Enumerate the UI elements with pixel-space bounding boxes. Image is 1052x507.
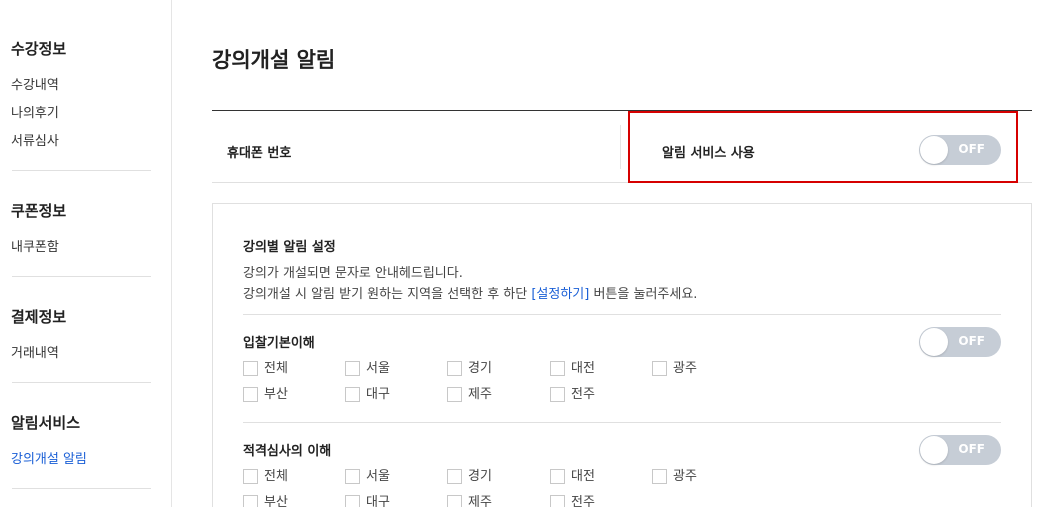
region-label: 전체 [264, 361, 288, 376]
section-divider [243, 422, 1001, 423]
toggle-knob [920, 436, 948, 464]
region-label: 대구 [366, 387, 390, 402]
sidebar-item-course-open-alert[interactable]: 강의개설 알림 [11, 448, 87, 467]
section-title-qualification-review: 적격심사의 이해 [243, 444, 332, 459]
sidebar-group-title-notification: 알림서비스 [11, 414, 81, 432]
settings-description-line1: 강의가 개설되면 문자로 안내헤드립니다. [243, 266, 463, 281]
sidebar-item-document-review[interactable]: 서류심사 [11, 130, 59, 149]
toggle-state-text: OFF [958, 334, 985, 348]
sidebar-item-my-reviews[interactable]: 나의후기 [11, 102, 59, 121]
region-label: 전주 [571, 387, 595, 402]
desc-prefix: 강의개설 시 알림 받기 원하는 지역을 선택한 후 하단 [243, 287, 532, 302]
checkbox-box[interactable] [447, 495, 462, 507]
region-label: 대전 [571, 469, 595, 484]
phone-number-label: 휴대폰 번호 [227, 146, 292, 161]
sidebar-divider [12, 170, 151, 171]
info-divider [620, 125, 621, 169]
sidebar-group-title-payment: 결제정보 [11, 308, 67, 326]
region-label: 대구 [366, 495, 390, 507]
sidebar-divider [12, 488, 151, 489]
region-label: 전주 [571, 495, 595, 507]
page-title: 강의개설 알림 [212, 48, 336, 72]
toggle-state-text: OFF [958, 442, 985, 456]
checkbox-box[interactable] [447, 387, 462, 402]
checkbox-box[interactable] [345, 361, 360, 376]
region-label: 전체 [264, 469, 288, 484]
region-label: 부산 [264, 495, 288, 507]
desc-suffix: 버튼을 눌러주세요. [589, 287, 698, 302]
checkbox-box[interactable] [550, 469, 565, 484]
region-label: 제주 [468, 387, 492, 402]
checkbox-box[interactable] [447, 469, 462, 484]
settings-panel: 강의별 알림 설정 강의가 개설되면 문자로 안내헤드립니다. 강의개설 시 알… [212, 203, 1032, 507]
settings-description-line2: 강의개설 시 알림 받기 원하는 지역을 선택한 후 하단 [설정하기] 버튼을… [243, 283, 697, 302]
checkbox-box[interactable] [345, 387, 360, 402]
checkbox-box[interactable] [447, 361, 462, 376]
settings-title: 강의별 알림 설정 [243, 240, 336, 255]
region-label: 부산 [264, 387, 288, 402]
region-label: 서울 [366, 361, 390, 376]
section-toggle-qualification-review[interactable]: OFF [919, 435, 1001, 465]
highlight-box [628, 111, 1018, 183]
sidebar-divider [12, 276, 151, 277]
checkbox-box[interactable] [243, 387, 258, 402]
checkbox-box[interactable] [550, 387, 565, 402]
sidebar-group-title-coupon: 쿠폰정보 [11, 202, 67, 220]
region-label: 광주 [673, 469, 697, 484]
sidebar-group-title-course: 수강정보 [11, 40, 67, 58]
region-label: 광주 [673, 361, 697, 376]
sidebar-item-my-coupons[interactable]: 내쿠폰함 [11, 236, 59, 255]
toggle-knob [920, 328, 948, 356]
checkbox-box[interactable] [652, 361, 667, 376]
sidebar-divider [12, 382, 151, 383]
region-label: 경기 [468, 361, 492, 376]
section-title-bid-basics: 입찰기본이해 [243, 336, 315, 351]
checkbox-box[interactable] [345, 469, 360, 484]
region-label: 대전 [571, 361, 595, 376]
region-label: 서울 [366, 469, 390, 484]
checkbox-box[interactable] [652, 469, 667, 484]
checkbox-box[interactable] [345, 495, 360, 507]
checkbox-box[interactable] [243, 361, 258, 376]
checkbox-box[interactable] [243, 469, 258, 484]
sidebar: 수강정보 수강내역 나의후기 서류심사 쿠폰정보 내쿠폰함 결제정보 거래내역 … [0, 0, 172, 507]
checkbox-box[interactable] [550, 361, 565, 376]
region-label: 제주 [468, 495, 492, 507]
sidebar-item-transactions[interactable]: 거래내역 [11, 342, 59, 361]
checkbox-box[interactable] [550, 495, 565, 507]
setup-link[interactable]: [설정하기] [531, 287, 589, 302]
section-toggle-bid-basics[interactable]: OFF [919, 327, 1001, 357]
region-label: 경기 [468, 469, 492, 484]
checkbox-box[interactable] [243, 495, 258, 507]
section-divider [243, 314, 1001, 315]
sidebar-item-course-history[interactable]: 수강내역 [11, 74, 59, 93]
